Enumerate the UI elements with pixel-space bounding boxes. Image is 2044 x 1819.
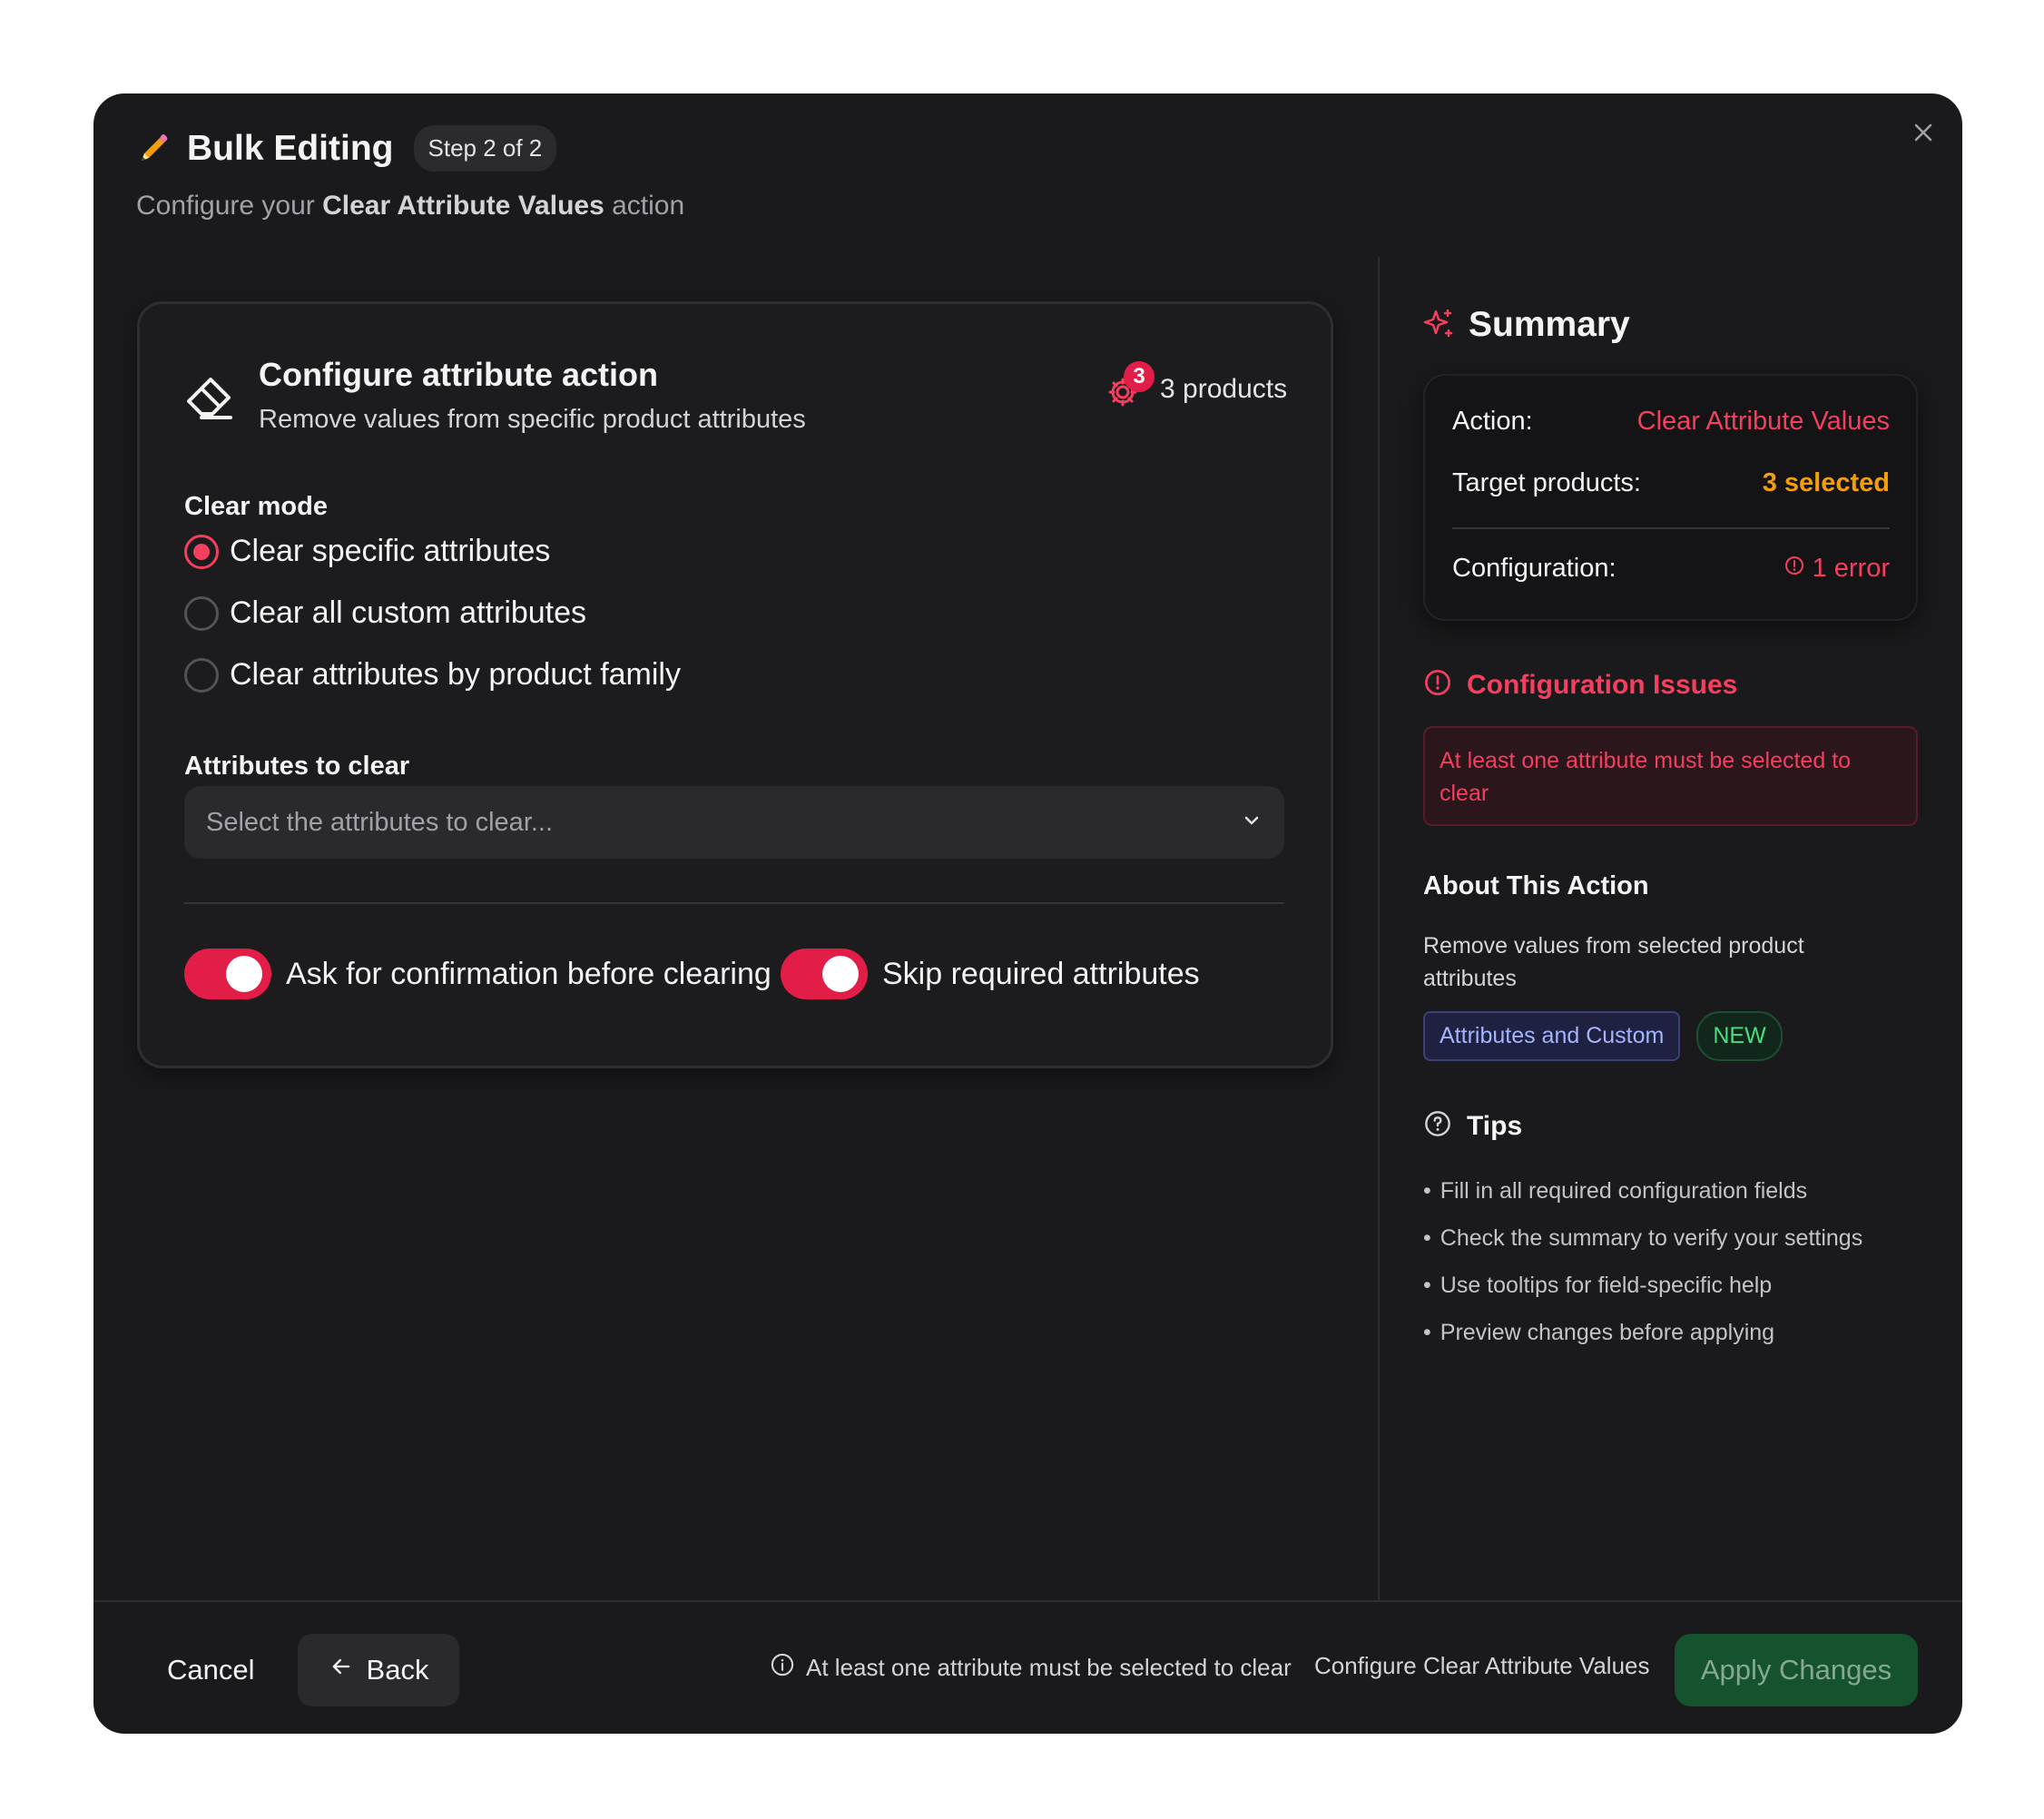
- toggle-label: Skip required attributes: [882, 956, 1200, 991]
- category-tag: Attributes and Custom: [1423, 1011, 1681, 1061]
- summary-target-key: Target products:: [1452, 468, 1641, 497]
- tips-title: Tips: [1467, 1110, 1523, 1141]
- summary-action-row: Action: Clear Attribute Values: [1452, 407, 1890, 437]
- card-separator: [184, 902, 1284, 904]
- summary-separator: [1452, 527, 1890, 529]
- attributes-select[interactable]: Select the attributes to clear...: [184, 786, 1284, 859]
- tips-list: Fill in all required configuration field…: [1423, 1167, 1862, 1356]
- alert-circle-icon: [1784, 554, 1805, 584]
- new-badge: NEW: [1696, 1011, 1783, 1061]
- toggle-switch[interactable]: [184, 949, 271, 999]
- close-icon[interactable]: [1904, 113, 1942, 152]
- products-indicator: 3 3 products: [1106, 361, 1288, 408]
- modal-header: Bulk Editing Step 2 of 2: [136, 125, 557, 172]
- attributes-label: Attributes to clear: [184, 752, 410, 781]
- chevron-down-icon: [1241, 810, 1263, 836]
- gear-icon: 3: [1106, 361, 1155, 408]
- tip-item: Preview changes before applying: [1423, 1309, 1862, 1356]
- radio-clear-by-family[interactable]: Clear attributes by product family: [184, 657, 681, 693]
- summary-action-key: Action:: [1452, 407, 1533, 436]
- radio-label: Clear specific attributes: [230, 534, 551, 568]
- footer-warning: At least one attribute must be selected …: [770, 1652, 1292, 1684]
- products-count-badge: 3: [1124, 361, 1155, 392]
- summary-config-key: Configuration:: [1452, 554, 1617, 583]
- footer-divider: [93, 1600, 1962, 1602]
- subtitle-suffix: action: [612, 191, 685, 221]
- summary-target-row: Target products: 3 selected: [1452, 468, 1890, 498]
- summary-config-value: 1 error: [1784, 554, 1890, 584]
- info-icon: [770, 1652, 795, 1684]
- subtitle-action: Clear Attribute Values: [322, 191, 604, 221]
- toggle-skip-required[interactable]: Skip required attributes: [781, 949, 1200, 999]
- arrow-left-icon: [329, 1654, 354, 1686]
- toggle-ask-confirmation[interactable]: Ask for confirmation before clearing: [184, 949, 771, 999]
- about-title: About This Action: [1423, 871, 1649, 900]
- tip-item: Check the summary to verify your setting…: [1423, 1214, 1862, 1262]
- subtitle-prefix: Configure your: [136, 191, 315, 221]
- error-count: 1 error: [1812, 554, 1890, 583]
- step-badge: Step 2 of 2: [413, 125, 557, 172]
- summary-config-row: Configuration: 1 error: [1452, 554, 1890, 584]
- radio-clear-all-custom[interactable]: Clear all custom attributes: [184, 595, 586, 631]
- cancel-button[interactable]: Cancel: [145, 1634, 277, 1706]
- card-description: Remove values from specific product attr…: [259, 405, 806, 434]
- toggle-switch[interactable]: [781, 949, 868, 999]
- pencil-icon: [136, 132, 171, 166]
- tips-header: Tips: [1423, 1109, 1522, 1143]
- issue-message: At least one attribute must be selected …: [1423, 726, 1918, 826]
- radio-clear-specific[interactable]: Clear specific attributes: [184, 534, 550, 569]
- about-tags: Attributes and Custom NEW: [1423, 1011, 1783, 1061]
- toggle-label: Ask for confirmation before clearing: [286, 956, 771, 991]
- alert-circle-icon: [1423, 668, 1452, 702]
- about-description: Remove values from selected product attr…: [1423, 933, 1804, 991]
- footer-warning-text: At least one attribute must be selected …: [806, 1654, 1292, 1681]
- summary-title: Summary: [1469, 305, 1630, 344]
- panel-divider: [1378, 257, 1380, 1600]
- radio-button[interactable]: [184, 595, 219, 631]
- footer-config-label: Configure Clear Attribute Values: [1314, 1652, 1650, 1679]
- help-circle-icon: [1423, 1109, 1452, 1143]
- issues-title: Configuration Issues: [1467, 669, 1738, 700]
- clear-mode-label: Clear mode: [184, 492, 328, 521]
- back-button[interactable]: Back: [298, 1634, 459, 1706]
- sparkle-icon: [1423, 308, 1454, 343]
- modal-subtitle: Configure your Clear Attribute Values ac…: [136, 191, 684, 221]
- summary-action-value: Clear Attribute Values: [1636, 407, 1890, 436]
- card-title: Configure attribute action: [259, 356, 658, 393]
- apply-changes-button[interactable]: Apply Changes: [1675, 1634, 1918, 1706]
- select-placeholder: Select the attributes to clear...: [206, 807, 554, 837]
- summary-target-value: 3 selected: [1762, 468, 1890, 497]
- eraser-icon: [182, 369, 238, 425]
- tip-item: Use tooltips for field-specific help: [1423, 1262, 1862, 1309]
- tip-item: Fill in all required configuration field…: [1423, 1167, 1862, 1214]
- back-label: Back: [366, 1654, 429, 1686]
- summary-header: Summary: [1423, 305, 1630, 345]
- radio-button[interactable]: [184, 657, 219, 693]
- radio-button[interactable]: [184, 534, 219, 569]
- issues-header: Configuration Issues: [1423, 668, 1737, 702]
- products-label: 3 products: [1160, 374, 1288, 404]
- radio-label: Clear all custom attributes: [230, 595, 587, 630]
- modal-title: Bulk Editing: [187, 128, 394, 168]
- radio-label: Clear attributes by product family: [230, 657, 681, 692]
